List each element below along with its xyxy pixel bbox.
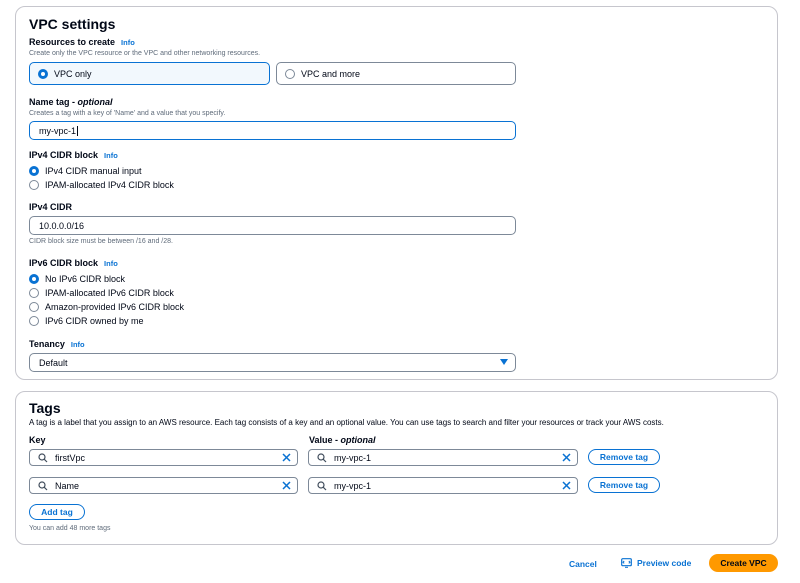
- tags-title: Tags: [29, 400, 61, 416]
- tenancy-label: Tenancy: [29, 339, 65, 349]
- radio-unselected-icon[interactable]: [29, 302, 39, 312]
- search-icon: [38, 480, 48, 490]
- name-tag-label-text: Name tag -: [29, 97, 78, 107]
- preview-code-label: Preview code: [637, 558, 692, 568]
- tag-key-value: Name: [55, 480, 80, 491]
- name-tag-input[interactable]: my-vpc-1: [29, 121, 516, 140]
- resources-info-link[interactable]: Info: [121, 38, 135, 47]
- radio-unselected-icon[interactable]: [29, 180, 39, 190]
- name-tag-label: Name tag - optional: [29, 97, 113, 107]
- ipv4-manual-option[interactable]: IPv4 CIDR manual input: [29, 166, 142, 176]
- cancel-button[interactable]: Cancel: [569, 558, 597, 570]
- tenancy-header: Tenancy Info: [29, 339, 85, 349]
- resources-to-create-header: Resources to create Info: [29, 37, 135, 47]
- ipv6-ipam-label: IPAM-allocated IPv6 CIDR block: [45, 288, 174, 298]
- tags-description: A tag is a label that you assign to an A…: [29, 418, 664, 427]
- code-preview-icon: [621, 558, 632, 568]
- close-icon[interactable]: [562, 481, 571, 490]
- ipv4-cidr-constraint: CIDR block size must be between /16 and …: [29, 238, 173, 245]
- search-icon: [317, 452, 327, 462]
- value-header-text: Value -: [309, 435, 341, 445]
- ipv4-cidr-input[interactable]: 10.0.0.0/16: [29, 216, 516, 235]
- radio-unselected-icon[interactable]: [29, 288, 39, 298]
- radio-unselected-icon[interactable]: [285, 68, 295, 79]
- tags-remaining-text: You can add 48 more tags: [29, 525, 111, 532]
- ipv4-ipam-option[interactable]: IPAM-allocated IPv4 CIDR block: [29, 180, 174, 190]
- ipv6-owned-option[interactable]: IPv6 CIDR owned by me: [29, 316, 144, 326]
- ipv6-amazon-option[interactable]: Amazon-provided IPv6 CIDR block: [29, 302, 184, 312]
- tag-key-input[interactable]: firstVpc: [29, 449, 298, 466]
- key-column-header: Key: [29, 435, 46, 445]
- ipv6-none-option[interactable]: No IPv6 CIDR block: [29, 274, 125, 284]
- ipv4-ipam-label: IPAM-allocated IPv4 CIDR block: [45, 180, 174, 190]
- remove-tag-button[interactable]: Remove tag: [588, 449, 660, 465]
- ipv4-cidr-label: IPv4 CIDR: [29, 202, 73, 212]
- ipv4-cidr-value: 10.0.0.0/16: [39, 220, 85, 231]
- ipv6-none-label: No IPv6 CIDR block: [45, 274, 126, 284]
- remove-tag-button[interactable]: Remove tag: [588, 477, 660, 493]
- tag-key-input[interactable]: Name: [29, 477, 298, 494]
- tenancy-info-link[interactable]: Info: [71, 340, 85, 349]
- vpc-only-label: VPC only: [54, 68, 92, 79]
- vpc-and-more-label: VPC and more: [301, 68, 361, 79]
- tenancy-value: Default: [39, 357, 68, 368]
- radio-selected-icon[interactable]: [29, 274, 39, 284]
- close-icon[interactable]: [562, 453, 571, 462]
- value-header-optional: optional: [340, 435, 376, 445]
- tag-value-input[interactable]: my-vpc-1: [308, 477, 578, 494]
- ipv6-ipam-option[interactable]: IPAM-allocated IPv6 CIDR block: [29, 288, 174, 298]
- tenancy-select[interactable]: Default: [29, 353, 516, 372]
- ipv4-manual-label: IPv4 CIDR manual input: [45, 166, 142, 176]
- name-tag-value: my-vpc-1: [39, 125, 77, 136]
- vpc-and-more-tile[interactable]: VPC and more: [276, 62, 516, 85]
- ipv4-cidr-block-label: IPv4 CIDR block: [29, 150, 99, 160]
- ipv6-amazon-label: Amazon-provided IPv6 CIDR block: [45, 302, 185, 312]
- value-column-header: Value - optional: [309, 435, 376, 445]
- radio-unselected-icon[interactable]: [29, 316, 39, 326]
- tag-value-input[interactable]: my-vpc-1: [308, 449, 578, 466]
- tag-value-value: my-vpc-1: [334, 452, 372, 463]
- vpc-settings-panel: VPC settings Resources to create Info Cr…: [15, 6, 778, 380]
- radio-selected-icon[interactable]: [38, 68, 48, 79]
- vpc-only-tile[interactable]: VPC only: [29, 62, 270, 85]
- ipv6-cidr-block-header: IPv6 CIDR block Info: [29, 258, 118, 268]
- ipv4-cidr-block-header: IPv4 CIDR block Info: [29, 150, 118, 160]
- ipv6-info-link[interactable]: Info: [104, 259, 118, 268]
- search-icon: [317, 480, 327, 490]
- vpc-settings-title: VPC settings: [29, 16, 116, 32]
- tag-value-value: my-vpc-1: [334, 480, 372, 491]
- ipv4-info-link[interactable]: Info: [104, 151, 118, 160]
- ipv6-cidr-block-label: IPv6 CIDR block: [29, 258, 99, 268]
- close-icon[interactable]: [282, 481, 291, 490]
- resources-to-create-label: Resources to create: [29, 37, 116, 47]
- text-caret: [77, 125, 79, 136]
- create-vpc-button[interactable]: Create VPC: [709, 554, 778, 572]
- name-tag-description: Creates a tag with a key of 'Name' and a…: [29, 110, 226, 117]
- preview-code-button[interactable]: Preview code: [621, 557, 691, 569]
- tag-key-value: firstVpc: [55, 452, 86, 463]
- search-icon: [38, 452, 48, 462]
- close-icon[interactable]: [282, 453, 291, 462]
- radio-selected-icon[interactable]: [29, 166, 39, 176]
- name-tag-optional: optional: [77, 97, 113, 107]
- ipv6-owned-label: IPv6 CIDR owned by me: [45, 316, 144, 326]
- resources-to-create-description: Create only the VPC resource or the VPC …: [29, 50, 261, 57]
- tags-panel: Tags A tag is a label that you assign to…: [15, 391, 778, 545]
- caret-down-icon: [500, 359, 508, 365]
- add-tag-button[interactable]: Add tag: [29, 504, 85, 520]
